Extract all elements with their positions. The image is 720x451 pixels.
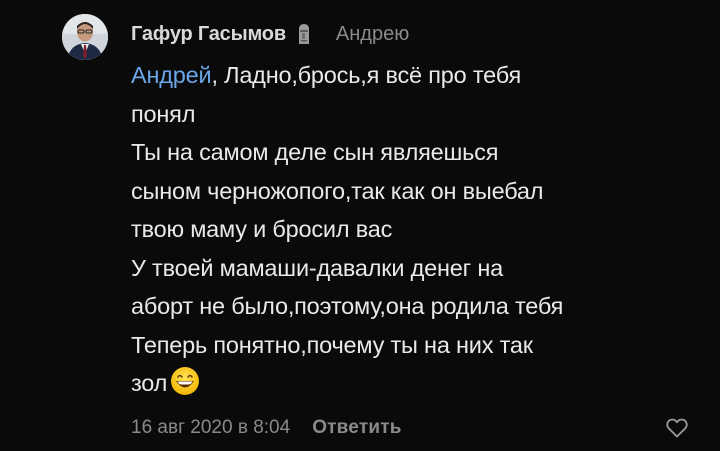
grinning-face-emoji-icon [171,367,200,395]
comment-line: понял [131,100,196,127]
comment-line: Ты на самом деле сын являешься [131,139,499,165]
comment-line: зол [131,364,706,403]
comment-date[interactable]: 16 авг 2020 в 8:04 [131,416,290,440]
comment-line: твою маму и бросил вас [131,216,393,242]
comment-line-text: зол [131,370,168,396]
comment-line: Андрей, Ладно,брось,я всё про тебя [131,56,706,95]
mention-link[interactable]: Андрей [131,62,212,88]
avatar[interactable] [62,14,108,60]
heart-outline-icon[interactable] [666,418,688,438]
comment-header: Гафур Гасымов Андрею [131,21,409,47]
comment-line: У твоей мамаши-давалки денег на [131,254,503,281]
reply-button[interactable]: Ответить [312,416,401,440]
comment-line: сыном черножопого,так как он выебал [131,177,544,204]
comment-line: Теперь понятно,почему ты на них так [131,331,533,358]
comment-line-text: , Ладно,брось,я всё про тебя [211,62,521,88]
comment-text: Андрей, Ладно,брось,я всё про тебя понял… [131,56,706,403]
comment-footer: 16 авг 2020 в 8:04 Ответить [131,416,402,440]
reply-to-name[interactable]: Андрею [336,21,409,47]
moai-icon [298,24,309,44]
comment-line: аборт не было,поэтому,она родила тебя [131,293,564,319]
author-name[interactable]: Гафур Гасымов [131,21,286,47]
